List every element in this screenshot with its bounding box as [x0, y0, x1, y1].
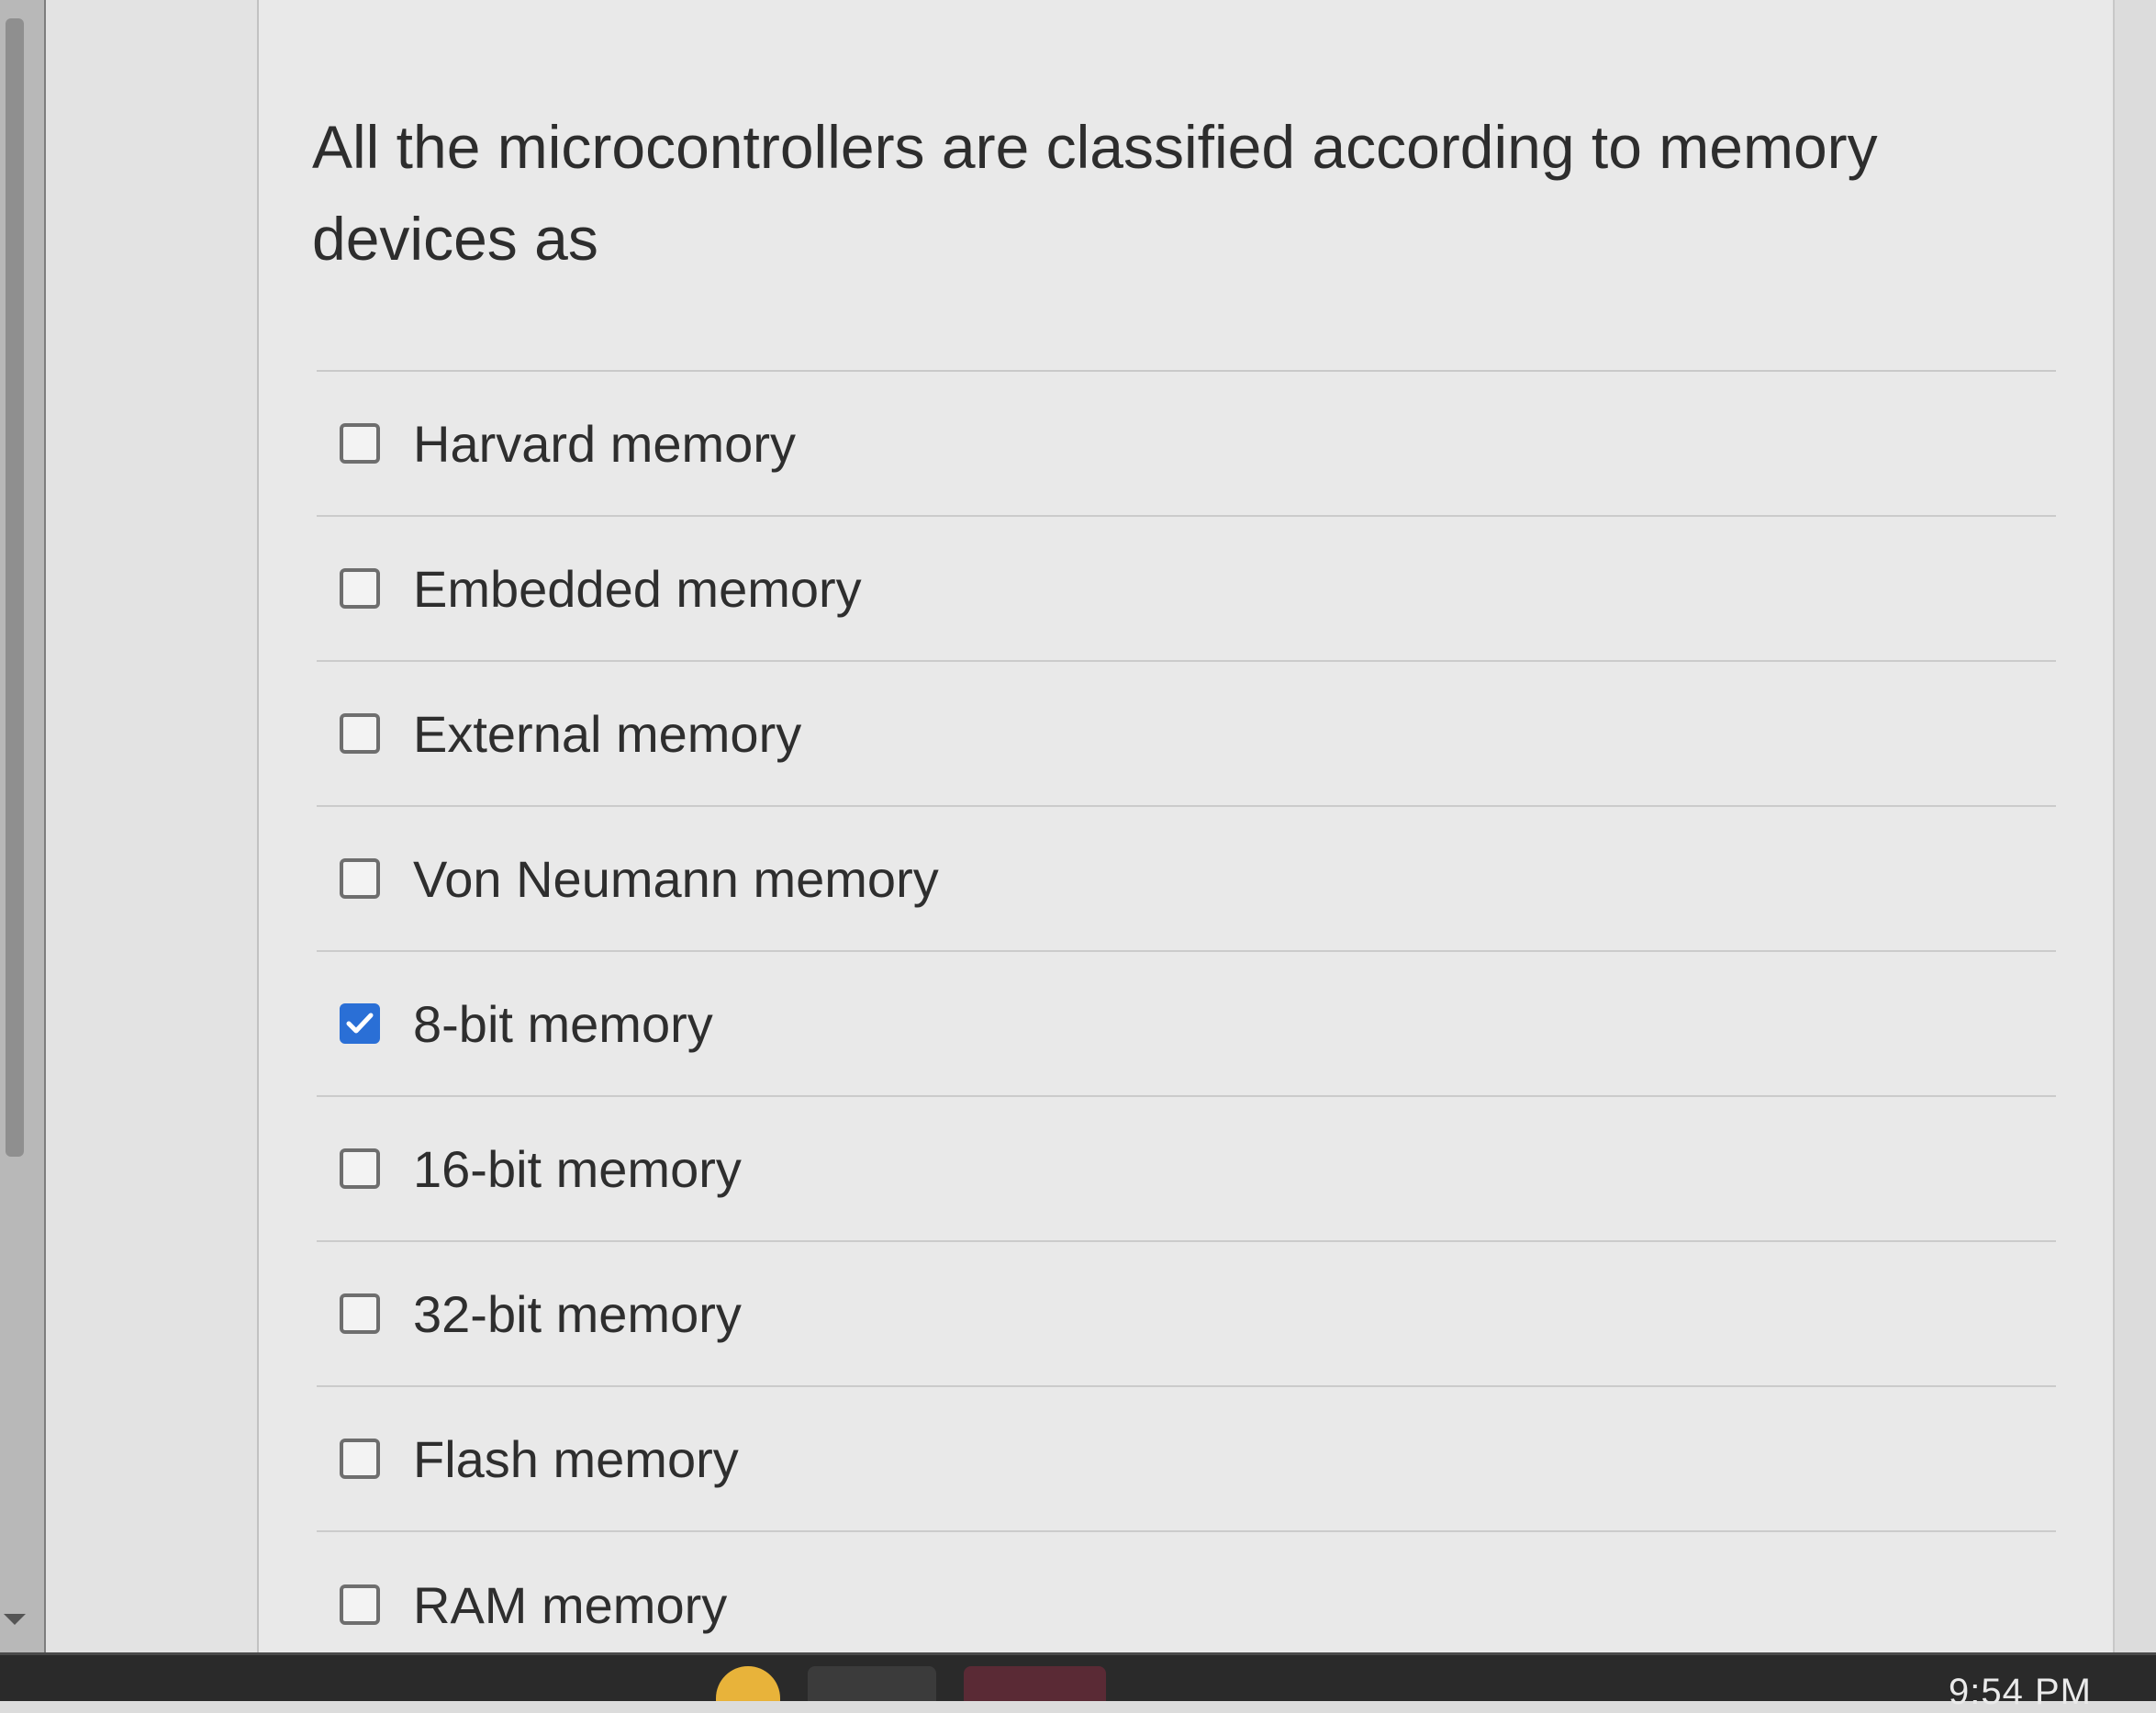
option-label: Flash memory — [413, 1429, 739, 1488]
option-label: Embedded memory — [413, 559, 862, 618]
option-label: Von Neumann memory — [413, 849, 939, 908]
option-external-memory[interactable]: External memory — [317, 662, 2056, 807]
taskbar-app-icon[interactable] — [808, 1666, 936, 1701]
taskbar-app-icon[interactable] — [964, 1666, 1106, 1701]
option-von-neumann-memory[interactable]: Von Neumann memory — [317, 807, 2056, 952]
checkbox[interactable] — [340, 1148, 380, 1189]
scrollbar-thumb[interactable] — [6, 18, 24, 1157]
checkbox[interactable] — [340, 1439, 380, 1479]
checkbox[interactable] — [340, 1003, 380, 1044]
scroll-down-arrow-icon[interactable] — [4, 1614, 26, 1625]
options-list: Harvard memory Embedded memory External … — [317, 372, 2056, 1677]
option-8-bit-memory[interactable]: 8-bit memory — [317, 952, 2056, 1097]
option-harvard-memory[interactable]: Harvard memory — [317, 372, 2056, 517]
taskbar-app-icon[interactable] — [716, 1666, 780, 1701]
option-label: Harvard memory — [413, 414, 796, 473]
checkbox[interactable] — [340, 1584, 380, 1625]
left-scrollbar[interactable] — [0, 0, 46, 1652]
option-16-bit-memory[interactable]: 16-bit memory — [317, 1097, 2056, 1242]
option-label: External memory — [413, 704, 802, 763]
taskbar-clock[interactable]: 9:54 PM — [1949, 1672, 2092, 1713]
checkbox[interactable] — [340, 568, 380, 609]
option-embedded-memory[interactable]: Embedded memory — [317, 517, 2056, 662]
checkmark-icon — [346, 1013, 374, 1034]
option-flash-memory[interactable]: Flash memory — [317, 1387, 2056, 1532]
option-label: 8-bit memory — [413, 994, 713, 1053]
taskbar: 9:54 PM — [0, 1652, 2156, 1712]
checkbox[interactable] — [340, 713, 380, 754]
left-gutter — [46, 0, 259, 1652]
question-text: All the microcontrollers are classified … — [312, 113, 1878, 273]
option-label: 32-bit memory — [413, 1284, 742, 1343]
option-label: 16-bit memory — [413, 1139, 742, 1198]
checkbox[interactable] — [340, 1293, 380, 1334]
option-label: RAM memory — [413, 1575, 728, 1634]
checkbox[interactable] — [340, 423, 380, 464]
option-32-bit-memory[interactable]: 32-bit memory — [317, 1242, 2056, 1387]
checkbox[interactable] — [340, 858, 380, 899]
